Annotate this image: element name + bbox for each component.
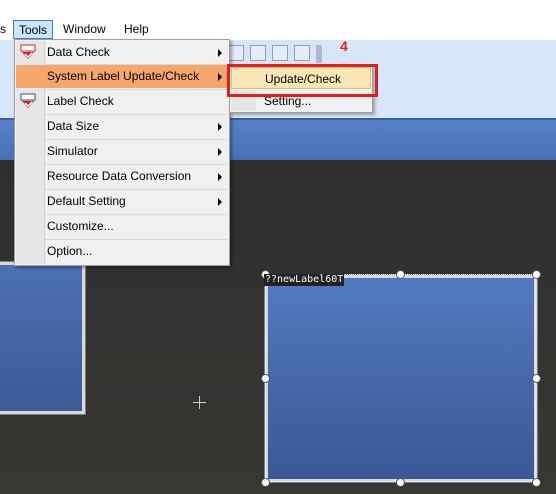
resize-handle[interactable] — [532, 478, 541, 487]
resize-handle[interactable] — [261, 374, 270, 383]
menu-item-data-check[interactable]: Data Check — [16, 41, 228, 64]
tools-dropdown-menu: Data Check System Label Update/Check Lab… — [14, 39, 230, 266]
panel-object-left[interactable] — [0, 261, 86, 415]
menubar: s Tools Window Help — [0, 0, 556, 40]
menu-item-data-size[interactable]: Data Size — [16, 115, 228, 138]
menu-item-option[interactable]: Option... — [16, 240, 228, 263]
crosshair-cursor-icon — [193, 396, 206, 409]
menu-item-customize[interactable]: Customize... — [16, 215, 228, 238]
resize-handle[interactable] — [532, 374, 541, 383]
menu-item-system-label-update-check[interactable]: System Label Update/Check — [16, 65, 228, 88]
chevron-right-icon — [218, 173, 222, 181]
chevron-right-icon — [218, 148, 222, 156]
toolbar-button-icon[interactable] — [250, 45, 266, 61]
menu-help[interactable]: Help — [124, 20, 149, 39]
resize-handle[interactable] — [396, 478, 405, 487]
chevron-right-icon — [218, 198, 222, 206]
resize-handle[interactable] — [532, 270, 541, 279]
menu-item-simulator[interactable]: Simulator — [16, 140, 228, 163]
toolbar-buttons — [228, 45, 324, 65]
object-name-label: ??newLabel60T — [264, 274, 345, 286]
menu-item-default-setting[interactable]: Default Setting — [16, 190, 228, 213]
resize-handle[interactable] — [261, 478, 270, 487]
menu-item-label: Option... — [47, 244, 93, 258]
toolbar-button-icon[interactable] — [228, 45, 244, 61]
toolbar-overflow-grip[interactable] — [316, 45, 322, 63]
annotation-step-number: 4 — [340, 38, 348, 54]
menu-item-label: Resource Data Conversion — [47, 169, 192, 183]
menu-item-label: Simulator — [47, 144, 98, 158]
data-check-icon — [20, 44, 36, 59]
toolbar-button-icon[interactable] — [294, 45, 310, 61]
resize-handle[interactable] — [396, 270, 405, 279]
menu-file-partial[interactable]: s — [0, 20, 6, 39]
menu-item-label: Default Setting — [47, 194, 126, 208]
menu-item-label-check[interactable]: Label Check — [16, 90, 228, 113]
menu-item-label: Data Size — [47, 119, 100, 133]
menu-item-label: System Label Update/Check — [47, 69, 200, 83]
menu-window[interactable]: Window — [63, 20, 106, 39]
menu-item-label: Label Check — [47, 94, 114, 108]
chevron-right-icon — [218, 49, 222, 57]
chevron-right-icon — [218, 123, 222, 131]
chevron-right-icon — [218, 73, 222, 81]
toolbar-button-icon[interactable] — [272, 45, 288, 61]
menu-item-label: Customize... — [47, 219, 114, 233]
menu-tools[interactable]: Tools — [13, 20, 54, 39]
menu-item-resource-data-conversion[interactable]: Resource Data Conversion — [16, 165, 228, 188]
selection-frame — [265, 274, 536, 482]
label-check-icon — [20, 93, 36, 108]
annotation-highlight-box — [227, 64, 378, 97]
menu-item-label: Data Check — [47, 45, 110, 59]
